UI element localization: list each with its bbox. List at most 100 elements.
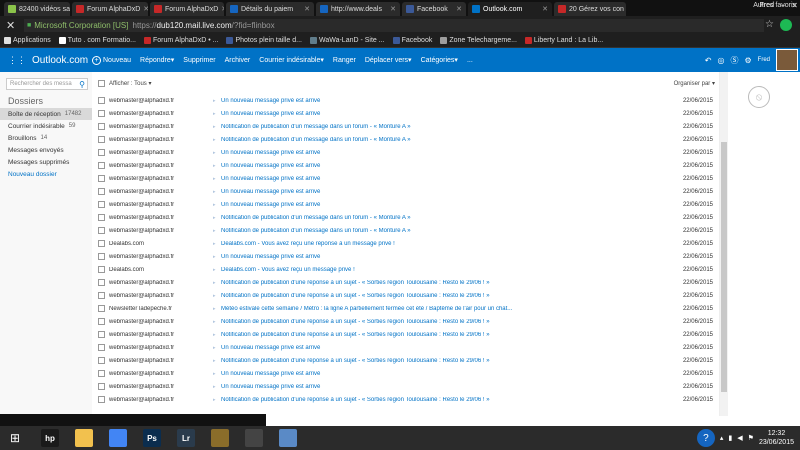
message-subject[interactable]: Un nouveau message privé est arrivé bbox=[221, 111, 669, 117]
select-all-checkbox[interactable] bbox=[98, 79, 105, 87]
close-tab-icon[interactable]: ✕ bbox=[539, 5, 548, 13]
folder-item[interactable]: Courrier indésirable 59 bbox=[0, 120, 92, 132]
message-checkbox[interactable] bbox=[98, 175, 105, 182]
filter-dropdown[interactable]: Afficher : Tous ▾ bbox=[109, 80, 152, 87]
message-subject[interactable]: Un nouveau message privé est arrivé bbox=[221, 371, 669, 377]
message-subject[interactable]: Météo estivale cette semaine / Métro : l… bbox=[221, 306, 669, 312]
bookmark-item[interactable]: Liberty Land : La Lib... bbox=[524, 37, 603, 44]
message-row[interactable]: webmaster@alphadxd.fr ▸ Un nouveau message… bbox=[92, 198, 719, 211]
omnibox[interactable]: ■ Microsoft Corporation [US] https://dub… bbox=[24, 18, 764, 32]
message-checkbox[interactable] bbox=[98, 292, 105, 299]
message-row[interactable]: webmaster@alphadxd.fr ▸ Notification de pu… bbox=[92, 289, 719, 302]
message-row[interactable]: webmaster@alphadxd.fr ▸ Un nouveau message… bbox=[92, 380, 719, 393]
message-checkbox[interactable] bbox=[98, 266, 105, 273]
folders-heading[interactable]: Dossiers bbox=[8, 96, 92, 106]
search-input[interactable]: Rechercher des messa bbox=[10, 81, 72, 87]
message-row[interactable]: webmaster@alphadxd.fr ▸ Un nouveau message… bbox=[92, 94, 719, 107]
message-checkbox[interactable] bbox=[98, 201, 105, 208]
message-row[interactable]: Newsletter ladepeche.fr ▸ Météo estivale c… bbox=[92, 302, 719, 315]
message-subject[interactable]: Un nouveau message privé est arrivé bbox=[221, 150, 669, 156]
message-checkbox[interactable] bbox=[98, 383, 105, 390]
message-row[interactable]: webmaster@alphadxd.fr ▸ Un nouveau message… bbox=[92, 250, 719, 263]
new-folder-link[interactable]: Nouveau dossier bbox=[0, 168, 92, 180]
message-checkbox[interactable] bbox=[98, 344, 105, 351]
browser-tab[interactable]: 82400 vidéos sa✕ bbox=[4, 2, 70, 16]
command-button[interactable]: Répondre ▾ bbox=[140, 56, 174, 65]
browser-tab[interactable]: Forum AlphaDxD✕ bbox=[72, 2, 148, 16]
message-subject[interactable]: Un nouveau message privé est arrivé bbox=[221, 163, 669, 169]
taskbar-app-app-game[interactable] bbox=[206, 426, 234, 450]
flag-icon[interactable]: ⚑ bbox=[748, 434, 754, 442]
browser-tab[interactable]: Outlook.com ✕ bbox=[468, 2, 552, 16]
message-subject[interactable]: Un nouveau message privé est arrivé bbox=[221, 345, 669, 351]
message-subject[interactable]: Notification de publication d'une répons… bbox=[221, 397, 669, 403]
message-row[interactable]: webmaster@alphadxd.fr ▸ Notification de pu… bbox=[92, 354, 719, 367]
clock[interactable]: 12:32 23/06/2015 bbox=[759, 429, 794, 447]
browser-tab[interactable]: 20 Gérez vos con✕ bbox=[554, 2, 626, 16]
message-subject[interactable]: Notification de publication d'une répons… bbox=[221, 358, 669, 364]
message-row[interactable]: webmaster@alphadxd.fr ▸ Un nouveau message… bbox=[92, 172, 719, 185]
message-checkbox[interactable] bbox=[98, 188, 105, 195]
message-checkbox[interactable] bbox=[98, 370, 105, 377]
message-checkbox[interactable] bbox=[98, 253, 105, 260]
browser-tab[interactable]: Facebook ✕ bbox=[402, 2, 466, 16]
other-bookmarks[interactable]: Autres favoris bbox=[753, 2, 796, 9]
message-subject[interactable]: Un nouveau message privé est arrivé bbox=[221, 189, 669, 195]
message-row[interactable]: webmaster@alphadxd.fr ▸ Notification de pu… bbox=[92, 328, 719, 341]
message-subject[interactable]: Notification de publication d'une répons… bbox=[221, 280, 669, 286]
message-row[interactable]: webmaster@alphadxd.fr ▸ Notification de pu… bbox=[92, 315, 719, 328]
taskbar-app-app-screen[interactable] bbox=[274, 426, 302, 450]
bookmark-item[interactable]: Facebook bbox=[392, 37, 432, 44]
message-checkbox[interactable] bbox=[98, 357, 105, 364]
message-row[interactable]: webmaster@alphadxd.fr ▸ Un nouveau message… bbox=[92, 367, 719, 380]
message-checkbox[interactable] bbox=[98, 162, 105, 169]
bookmark-item[interactable]: Forum AlphaDxD • ... bbox=[143, 37, 218, 44]
folder-item[interactable]: Messages envoyés bbox=[0, 144, 92, 156]
browser-tab[interactable]: Forum AlphaDxD✕ bbox=[150, 2, 224, 16]
message-row[interactable]: webmaster@alphadxd.fr ▸ Un nouveau message… bbox=[92, 146, 719, 159]
message-subject[interactable]: Un nouveau message privé est arrivé bbox=[221, 254, 669, 260]
avatar[interactable] bbox=[776, 49, 798, 71]
message-subject[interactable]: Dealabs.com - Vous avez reçu un message … bbox=[221, 267, 669, 273]
command-button[interactable]: Catégories ▾ bbox=[421, 56, 458, 65]
tray-arrow-icon[interactable]: ▴ bbox=[720, 434, 724, 442]
message-subject[interactable]: Notification de publication d'un message… bbox=[221, 228, 669, 234]
command-button[interactable]: ... bbox=[467, 57, 473, 64]
message-subject[interactable]: Dealabs.com - Vous avez reçu une réponse… bbox=[221, 241, 669, 247]
message-checkbox[interactable] bbox=[98, 110, 105, 117]
bookmark-item[interactable]: WaWa-LanD - Site ... bbox=[309, 37, 385, 44]
folder-item[interactable]: Messages supprimés bbox=[0, 156, 92, 168]
message-checkbox[interactable] bbox=[98, 396, 105, 403]
bookmark-item[interactable]: Zone Telechargeme... bbox=[440, 37, 517, 44]
browser-tab[interactable]: Détails du paiem ✕ bbox=[226, 2, 314, 16]
message-checkbox[interactable] bbox=[98, 331, 105, 338]
message-subject[interactable]: Notification de publication d'une répons… bbox=[221, 319, 669, 325]
message-checkbox[interactable] bbox=[98, 97, 105, 104]
close-tab-icon[interactable]: ✕ bbox=[387, 5, 396, 13]
message-row[interactable]: webmaster@alphadxd.fr ▸ Un nouveau message… bbox=[92, 185, 719, 198]
bookmark-item[interactable]: Applications bbox=[4, 37, 51, 44]
app-launcher-icon[interactable]: ⋮⋮ bbox=[8, 55, 26, 66]
close-tab-icon[interactable]: ✕ bbox=[624, 5, 626, 13]
messenger-icon[interactable]: ◎ bbox=[718, 56, 725, 65]
folder-item[interactable]: Boîte de réception 17482 bbox=[0, 108, 92, 120]
message-checkbox[interactable] bbox=[98, 123, 105, 130]
search-icon[interactable]: ⚲ bbox=[79, 80, 85, 89]
message-row[interactable]: Dealabs.com ▸ Dealabs.com - Vous avez reçu… bbox=[92, 263, 719, 276]
header-user-name[interactable]: Fred bbox=[758, 57, 770, 63]
close-tab-icon[interactable]: ✕ bbox=[140, 5, 148, 13]
message-checkbox[interactable] bbox=[98, 279, 105, 286]
message-subject[interactable]: Un nouveau message privé est arrivé bbox=[221, 176, 669, 182]
search-box[interactable]: Rechercher des messa ⚲ bbox=[6, 78, 88, 90]
message-row[interactable]: webmaster@alphadxd.fr ▸ Un nouveau message… bbox=[92, 159, 719, 172]
message-subject[interactable]: Notification de publication d'un message… bbox=[221, 215, 669, 221]
scrollbar-thumb[interactable] bbox=[721, 142, 727, 392]
message-row[interactable]: webmaster@alphadxd.fr ▸ Notification de pu… bbox=[92, 393, 719, 406]
close-tab-icon[interactable]: ✕ bbox=[301, 5, 310, 13]
sort-dropdown[interactable]: Organiser par ▾ bbox=[674, 80, 715, 87]
url-text[interactable]: https://dub120.mail.live.com/?fid=flinbo… bbox=[133, 21, 275, 30]
network-icon[interactable]: ▮ bbox=[728, 434, 732, 442]
close-tab-icon[interactable]: ✕ bbox=[218, 5, 224, 13]
message-row[interactable]: Dealabs.com ▸ Dealabs.com - Vous avez reçu… bbox=[92, 237, 719, 250]
command-button[interactable]: Supprimer bbox=[183, 57, 215, 64]
